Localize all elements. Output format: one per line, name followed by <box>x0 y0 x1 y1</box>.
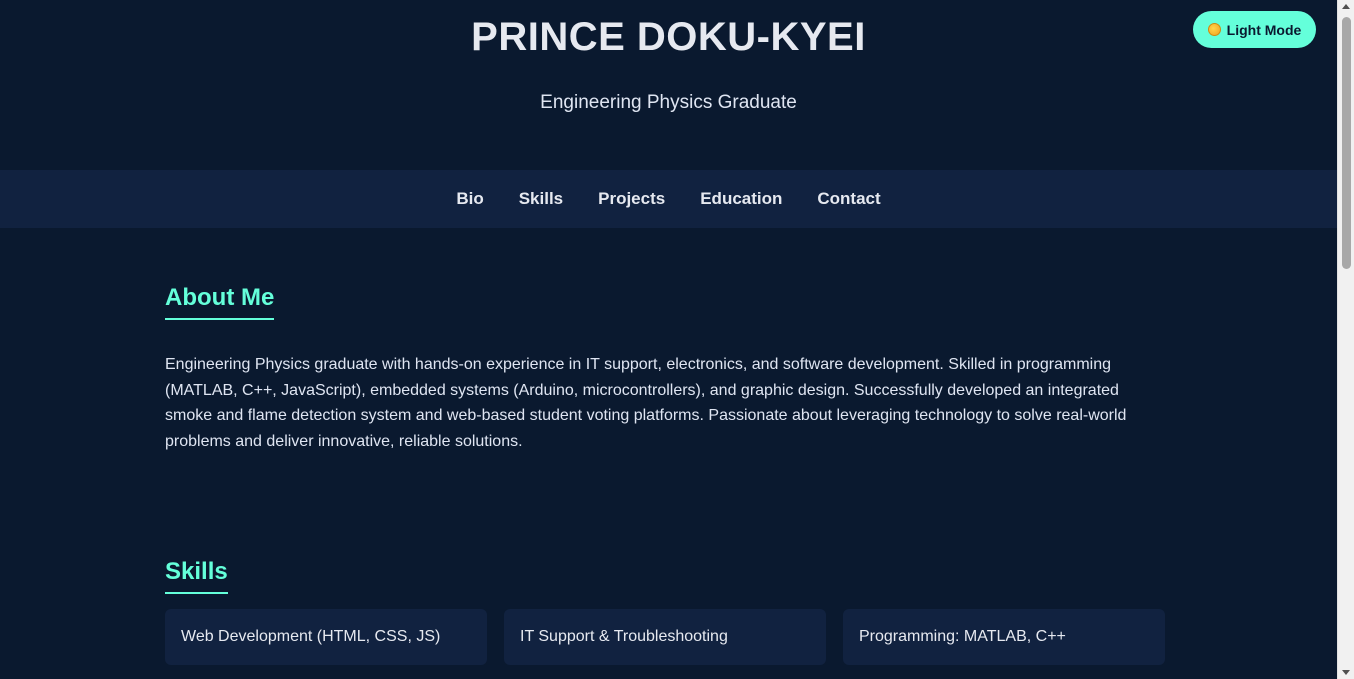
skill-card: Web Development (HTML, CSS, JS) <box>165 609 487 665</box>
nav-item-skills[interactable]: Skills <box>519 189 563 209</box>
theme-toggle-label: Light Mode <box>1226 21 1302 38</box>
nav-item-contact[interactable]: Contact <box>817 189 880 209</box>
about-section: About Me Engineering Physics graduate wi… <box>165 284 1164 454</box>
nav-item-bio[interactable]: Bio <box>456 189 483 209</box>
about-text: Engineering Physics graduate with hands-… <box>165 356 1127 450</box>
sun-icon <box>1207 23 1221 36</box>
site-header: PRINCE DOKU-KYEI Engineering Physics Gra… <box>0 0 1337 170</box>
portfolio-page: PRINCE DOKU-KYEI Engineering Physics Gra… <box>0 0 1337 679</box>
site-name: PRINCE DOKU-KYEI <box>471 15 866 59</box>
theme-toggle-button[interactable]: Light Mode <box>1193 11 1316 48</box>
skill-card: IT Support & Troubleshooting <box>504 609 826 665</box>
vertical-scrollbar[interactable] <box>1337 0 1354 679</box>
scroll-up-arrow-icon[interactable] <box>1342 4 1350 9</box>
nav-item-projects[interactable]: Projects <box>598 189 665 209</box>
site-tagline: Engineering Physics Graduate <box>540 92 797 113</box>
skill-card: Programming: MATLAB, C++ <box>843 609 1165 665</box>
skills-title: Skills <box>165 558 228 594</box>
skills-grid: Web Development (HTML, CSS, JS) IT Suppo… <box>165 609 1165 665</box>
nav-item-education[interactable]: Education <box>700 189 782 209</box>
scrollbar-thumb[interactable] <box>1342 17 1351 269</box>
main-nav: Bio Skills Projects Education Contact <box>0 170 1337 228</box>
skills-section: Skills Web Development (HTML, CSS, JS) I… <box>165 558 1165 665</box>
scroll-down-arrow-icon[interactable] <box>1342 670 1350 675</box>
about-title: About Me <box>165 284 275 320</box>
